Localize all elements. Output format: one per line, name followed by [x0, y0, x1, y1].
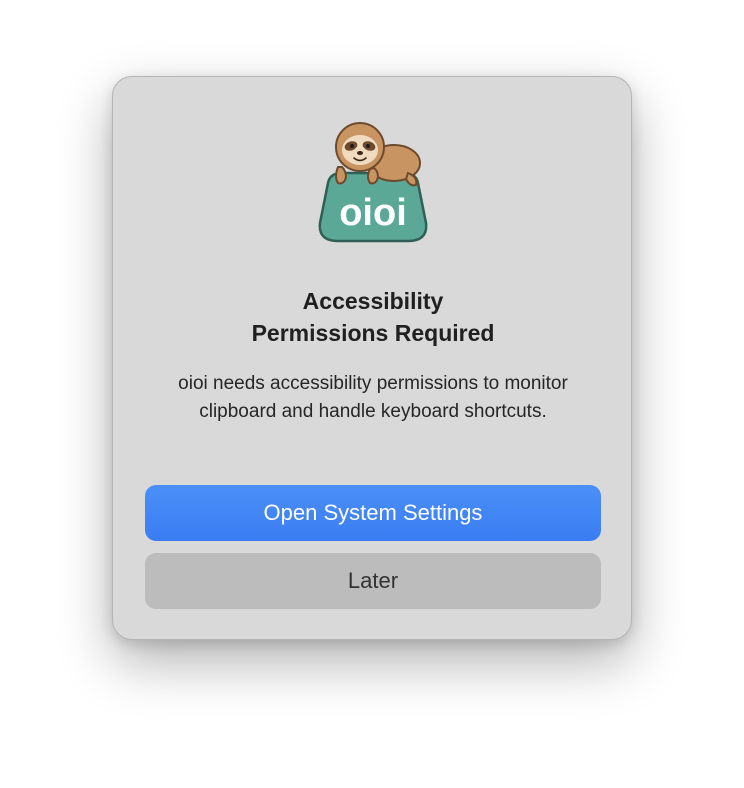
dialog-title-line2: Permissions Required: [251, 320, 495, 346]
svg-text:oioi: oioi: [339, 192, 407, 234]
dialog-message: oioi needs accessibility permissions to …: [178, 373, 568, 422]
permissions-dialog: oioi Accessibility Permissions Required …: [112, 76, 632, 640]
dialog-title: Accessibility Permissions Required: [143, 285, 603, 349]
screen: oioi Accessibility Permissions Required …: [0, 0, 744, 788]
open-system-settings-button[interactable]: Open System Settings: [145, 485, 601, 541]
app-icon: oioi: [308, 117, 438, 247]
dialog-title-line1: Accessibility: [302, 288, 444, 314]
later-button[interactable]: Later: [145, 553, 601, 609]
sloth-icon: oioi: [318, 122, 428, 243]
